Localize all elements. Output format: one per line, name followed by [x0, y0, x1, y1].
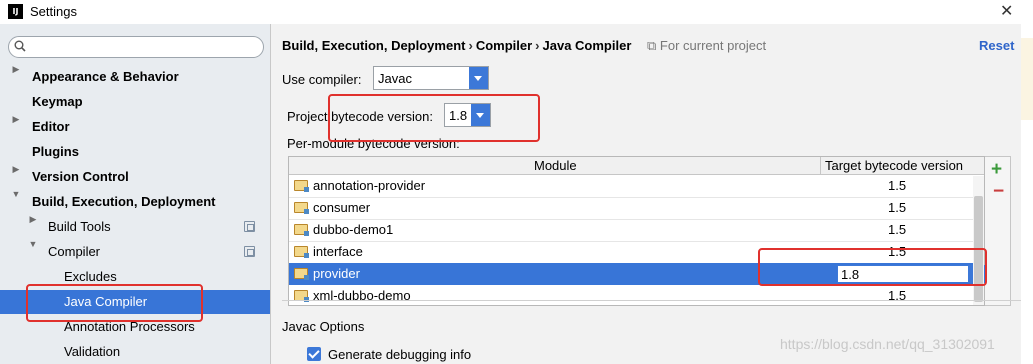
- chevron-down-icon[interactable]: ▼: [11, 189, 21, 214]
- breadcrumb: Build, Execution, Deployment › Compiler › Ja…: [282, 38, 632, 53]
- highlight-box-module-target: [758, 248, 987, 286]
- table-header: Module Target bytecode version: [289, 157, 984, 175]
- project-settings-icon: [244, 246, 255, 257]
- intellij-app-icon: IJ: [8, 4, 23, 19]
- dropdown-arrow-icon[interactable]: [469, 67, 488, 89]
- generate-debug-checkbox[interactable]: [307, 347, 321, 361]
- project-scope-icon: ⧉: [647, 38, 657, 53]
- table-row[interactable]: dubbo-demo1 1.5: [289, 219, 973, 241]
- close-icon[interactable]: ✕: [1000, 1, 1013, 21]
- column-header-target[interactable]: Target bytecode version: [825, 158, 963, 173]
- for-current-project-note: ⧉ For current project: [647, 38, 767, 53]
- breadcrumb-item: Compiler: [475, 38, 533, 53]
- generate-debug-label: Generate debugging info: [328, 347, 472, 362]
- sidebar-item-appearance[interactable]: Appearance & Behavior: [32, 64, 179, 89]
- remove-icon[interactable]: −: [993, 181, 1004, 203]
- search-icon: [14, 40, 26, 52]
- breadcrumb-item: Build, Execution, Deployment: [282, 38, 466, 53]
- highlight-box-project-bytecode: [328, 94, 540, 142]
- module-folder-icon: [294, 180, 309, 192]
- column-header-module[interactable]: Module: [534, 158, 577, 173]
- sidebar-item-build-execution-deployment[interactable]: Build, Execution, Deployment: [32, 189, 215, 214]
- table-row[interactable]: annotation-provider 1.5: [289, 175, 973, 197]
- sidebar-item-compiler[interactable]: Compiler: [48, 239, 100, 264]
- sidebar-item-build-tools[interactable]: Build Tools: [48, 214, 111, 239]
- chevron-right-icon[interactable]: ▶: [28, 214, 38, 239]
- search-input[interactable]: [8, 36, 264, 58]
- java-compiler-panel: Build, Execution, Deployment › Compiler › Ja…: [272, 24, 1033, 364]
- sidebar-item-plugins[interactable]: Plugins: [32, 139, 79, 164]
- highlight-box-java-compiler: [26, 284, 203, 322]
- sidebar-item-validation[interactable]: Validation: [64, 339, 120, 364]
- watermark: https://blog.csdn.net/qq_31302091: [780, 336, 995, 352]
- project-settings-icon: [244, 221, 255, 232]
- title-bar: IJ Settings ✕: [0, 0, 1033, 24]
- sidebar-item-keymap[interactable]: Keymap: [32, 89, 83, 114]
- chevron-right-icon[interactable]: ▶: [11, 114, 21, 139]
- javac-options-label: Javac Options: [282, 319, 365, 334]
- table-row[interactable]: consumer 1.5: [289, 197, 973, 219]
- use-compiler-select[interactable]: Javac: [373, 66, 489, 90]
- table-toolbar: + −: [985, 156, 1011, 306]
- chevron-right-icon[interactable]: ▶: [11, 164, 21, 189]
- module-folder-icon: [294, 246, 309, 258]
- module-folder-icon: [294, 224, 309, 236]
- use-compiler-label: Use compiler:: [282, 72, 362, 87]
- chevron-down-icon[interactable]: ▼: [28, 239, 38, 264]
- add-icon[interactable]: +: [991, 159, 1002, 181]
- module-folder-icon: [294, 268, 309, 280]
- chevron-right-icon[interactable]: ▶: [11, 64, 21, 89]
- background-window-edge: [1021, 24, 1033, 364]
- divider: [282, 300, 1022, 301]
- breadcrumb-item: Java Compiler: [542, 38, 632, 53]
- table-row[interactable]: xml-dubbo-demo 1.5: [289, 285, 973, 307]
- sidebar-item-version-control[interactable]: Version Control: [32, 164, 129, 189]
- module-folder-icon: [294, 202, 309, 214]
- reset-link[interactable]: Reset: [979, 38, 1014, 53]
- window-title: Settings: [30, 4, 77, 19]
- sidebar-item-editor[interactable]: Editor: [32, 114, 70, 139]
